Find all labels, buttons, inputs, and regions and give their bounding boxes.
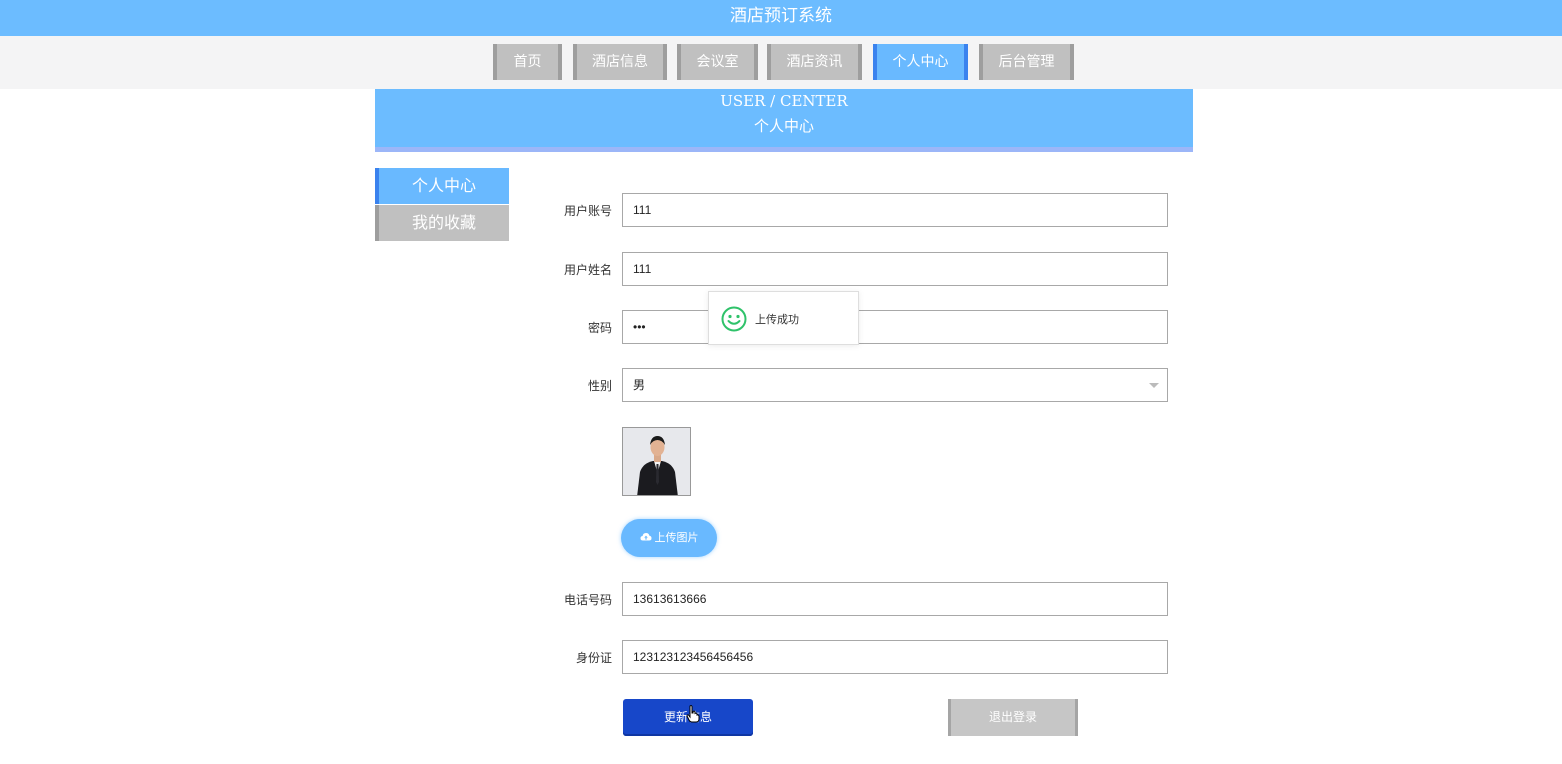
top-header: 酒店预订系统 (0, 0, 1562, 36)
upload-image-button[interactable]: 上传图片 (621, 519, 717, 557)
banner-title-en: USER / CENTER (720, 92, 848, 110)
nav-user-center[interactable]: 个人中心 (873, 44, 968, 80)
gender-select-value: 男 (633, 378, 646, 392)
banner-title-cn: 个人中心 (753, 117, 814, 135)
person-photo-icon (623, 428, 690, 495)
smile-icon (721, 306, 747, 335)
toast-message: 上传成功 (755, 313, 799, 326)
nav-home[interactable]: 首页 (493, 44, 562, 80)
avatar (622, 427, 691, 496)
gender-select[interactable]: 男 (622, 368, 1168, 402)
nav-hotel-news[interactable]: 酒店资讯 (767, 44, 862, 80)
banner-divider (375, 147, 1193, 152)
idcard-label: 身份证 (575, 651, 612, 665)
phone-label: 电话号码 (563, 593, 612, 607)
main-nav: 首页 酒店信息 会议室 酒店资讯 个人中心 后台管理 (0, 36, 1562, 89)
name-label: 用户姓名 (563, 263, 612, 277)
idcard-input[interactable]: 123123123456456456 (622, 640, 1168, 674)
page-banner: USER / CENTER 个人中心 (375, 89, 1193, 152)
account-input[interactable]: 111 (622, 193, 1168, 227)
chevron-down-icon (1149, 383, 1159, 388)
sidebar-item-favorites[interactable]: 我的收藏 (375, 205, 509, 241)
nav-meeting-room[interactable]: 会议室 (677, 44, 758, 80)
cloud-upload-icon (640, 519, 652, 557)
password-label: 密码 (587, 321, 612, 335)
upload-success-toast: 上传成功 (708, 291, 859, 345)
app-title: 酒店预订系统 (730, 6, 832, 26)
logout-button[interactable]: 退出登录 (948, 699, 1078, 736)
name-input[interactable]: 111 (622, 252, 1168, 286)
hand-cursor-icon (686, 705, 700, 727)
nav-hotel-info[interactable]: 酒店信息 (573, 44, 667, 80)
upload-image-label: 上传图片 (654, 531, 699, 544)
gender-label: 性别 (587, 379, 612, 393)
nav-admin[interactable]: 后台管理 (979, 44, 1074, 80)
sidebar-item-user-center[interactable]: 个人中心 (375, 168, 509, 204)
account-label: 用户账号 (563, 204, 612, 218)
password-input[interactable]: ••• (622, 310, 1168, 344)
phone-input[interactable]: 13613613666 (622, 582, 1168, 616)
